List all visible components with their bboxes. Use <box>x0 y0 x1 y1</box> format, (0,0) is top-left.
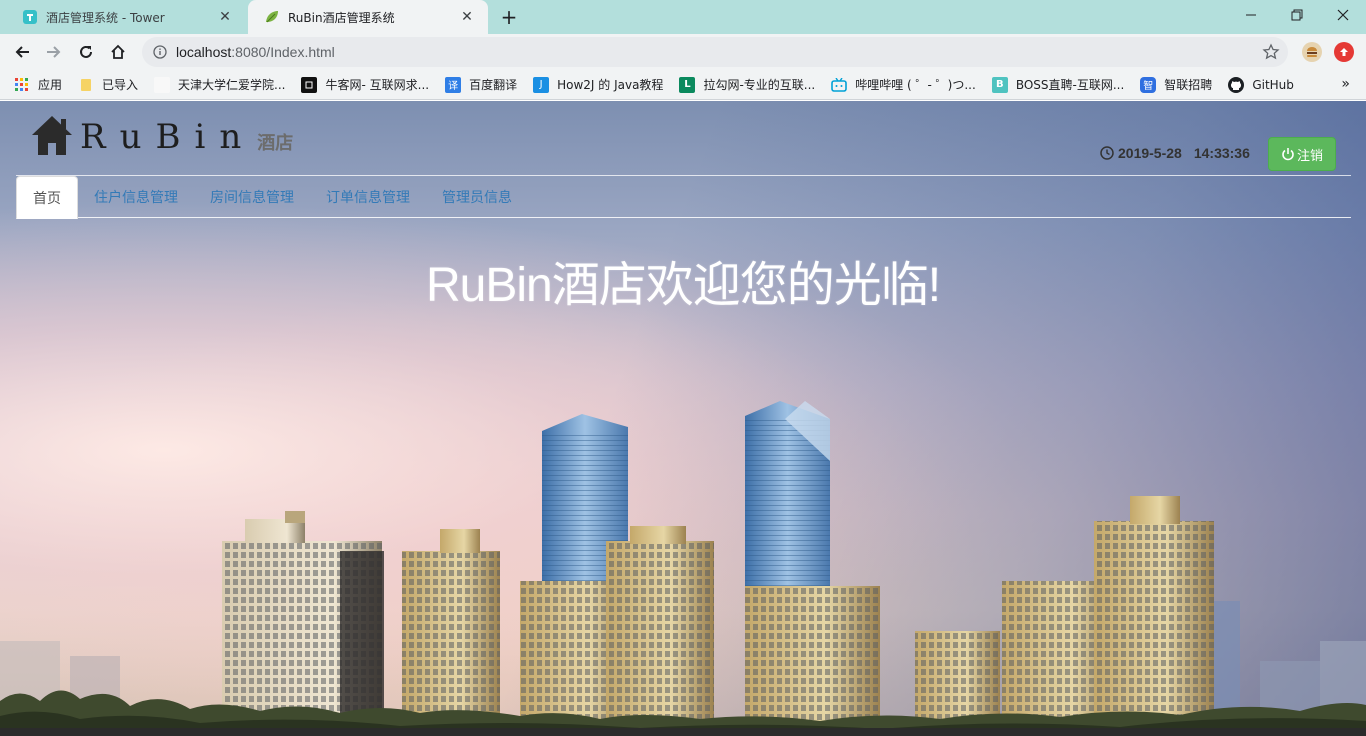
bookmark-label: GitHub <box>1252 77 1294 92</box>
tab-title: 酒店管理系统 - Tower <box>46 10 165 25</box>
bookmark-label: 百度翻译 <box>469 78 518 92</box>
current-date: 2019-5-28 <box>1118 145 1182 161</box>
baidu-translate-icon: 译 <box>445 76 462 93</box>
blank-page-icon <box>154 76 171 93</box>
bookmark-label: BOSS直聘-互联网... <box>1015 78 1125 92</box>
bookmark-label: 应用 <box>38 78 63 92</box>
welcome-heading: RuBin酒店欢迎您的光临! <box>425 259 941 312</box>
taskbar-edge <box>0 728 1366 736</box>
logout-button[interactable]: 注销 <box>1268 137 1336 171</box>
bookmark-label: How2J 的 Java教程 <box>557 78 664 92</box>
bilibili-icon <box>831 77 848 93</box>
boss-icon: B <box>991 76 1008 93</box>
logout-label: 注销 <box>1296 148 1323 164</box>
github-icon <box>1228 76 1245 93</box>
browser-tab-tower[interactable]: 酒店管理系统 - Tower ✕ <box>6 0 246 34</box>
bookmark-apps[interactable]: 应用 <box>14 73 62 97</box>
bookmark-bilibili[interactable]: 哔哩哔哩 ( ゜- ゜)つ... <box>831 73 976 97</box>
brand-subtitle: 酒店 <box>257 133 294 154</box>
brand-name: RuBin <box>80 117 256 157</box>
bookmark-nowcoder[interactable]: 牛客网- 互联网求... <box>301 73 429 97</box>
bookmark-label: 天津大学仁爱学院... <box>178 78 286 92</box>
clock-icon <box>1100 146 1114 160</box>
bookmark-boss[interactable]: B BOSS直聘-互联网... <box>991 73 1125 97</box>
lagou-icon: L <box>679 76 696 93</box>
bookmark-label: 牛客网- 互联网求... <box>325 78 430 92</box>
tab-title: RuBin酒店管理系统 <box>288 10 395 25</box>
browser-tab-rubin[interactable]: RuBin酒店管理系统 ✕ <box>248 0 488 34</box>
upload-extension-icon[interactable] <box>1334 42 1354 62</box>
back-icon[interactable] <box>8 38 36 66</box>
tab-order-management[interactable]: 订单信息管理 <box>310 176 426 218</box>
tower-icon <box>22 9 38 25</box>
folder-icon <box>78 77 94 93</box>
page-viewport: RuBin 酒店 2019-5-28 14:33:36 注销 首页 住户信息管理… <box>0 101 1366 736</box>
tab-room-management[interactable]: 房间信息管理 <box>194 176 310 218</box>
bookmark-imported[interactable]: 已导入 <box>78 73 138 97</box>
bookmark-tju-renai[interactable]: 天津大学仁爱学院... <box>154 73 285 97</box>
url-path: :8080/Index.html <box>231 44 335 60</box>
clock-display: 2019-5-28 14:33:36 <box>1100 145 1250 161</box>
home-icon[interactable] <box>104 38 132 66</box>
site-logo[interactable]: RuBin 酒店 <box>30 113 293 157</box>
power-icon <box>1282 148 1294 161</box>
tab-resident-management[interactable]: 住户信息管理 <box>78 176 194 218</box>
main-nav-tabs: 首页 住户信息管理 房间信息管理 订单信息管理 管理员信息 <box>16 176 1351 219</box>
bookmark-label: 哔哩哔哩 ( ゜- ゜)つ... <box>855 78 976 92</box>
house-icon <box>32 116 72 155</box>
bookmark-github[interactable]: GitHub <box>1228 73 1294 97</box>
browser-tab-strip: 酒店管理系统 - Tower ✕ RuBin酒店管理系统 ✕ + <box>0 0 1366 34</box>
bookmark-lagou[interactable]: L 拉勾网-专业的互联... <box>679 73 815 97</box>
bookmarks-bar: 应用 已导入 天津大学仁爱学院... 牛客网- 互联网求... 译 百度翻译 J… <box>0 70 1366 100</box>
close-window-icon[interactable] <box>1320 0 1366 30</box>
close-tab-icon[interactable]: ✕ <box>216 8 234 26</box>
burger-extension-icon[interactable] <box>1302 42 1322 62</box>
tab-admin-info[interactable]: 管理员信息 <box>426 176 528 218</box>
bookmark-zhaopin[interactable]: 智 智联招聘 <box>1140 73 1212 97</box>
bookmark-label: 智联招聘 <box>1164 78 1213 92</box>
zhaopin-icon: 智 <box>1140 76 1157 93</box>
current-time: 14:33:36 <box>1193 145 1250 161</box>
window-controls <box>1228 0 1366 30</box>
close-tab-icon[interactable]: ✕ <box>458 8 476 26</box>
bookmark-how2j[interactable]: J How2J 的 Java教程 <box>533 73 663 97</box>
url-host: localhost <box>176 44 232 60</box>
reload-icon[interactable] <box>72 38 100 66</box>
more-bookmarks-icon[interactable]: » <box>1341 76 1350 92</box>
bookmark-baidu-translate[interactable]: 译 百度翻译 <box>445 73 517 97</box>
bookmark-label: 拉勾网-专业的互联... <box>703 78 816 92</box>
leaf-icon <box>264 9 280 25</box>
bookmark-label: 已导入 <box>102 78 139 92</box>
url-text: localhost:8080/Index.html <box>176 44 335 60</box>
how2j-icon: J <box>533 76 550 93</box>
minimize-icon[interactable] <box>1228 0 1274 30</box>
info-icon[interactable] <box>152 44 168 60</box>
new-tab-button[interactable]: + <box>498 5 520 29</box>
forward-icon[interactable] <box>40 38 68 66</box>
bookmark-star-icon[interactable] <box>1262 43 1280 61</box>
nowcoder-icon <box>301 76 318 93</box>
browser-toolbar: localhost:8080/Index.html <box>0 34 1366 70</box>
apps-grid-icon <box>14 77 30 93</box>
address-bar[interactable]: localhost:8080/Index.html <box>142 37 1288 67</box>
tab-home[interactable]: 首页 <box>16 176 78 219</box>
restore-icon[interactable] <box>1274 0 1320 30</box>
